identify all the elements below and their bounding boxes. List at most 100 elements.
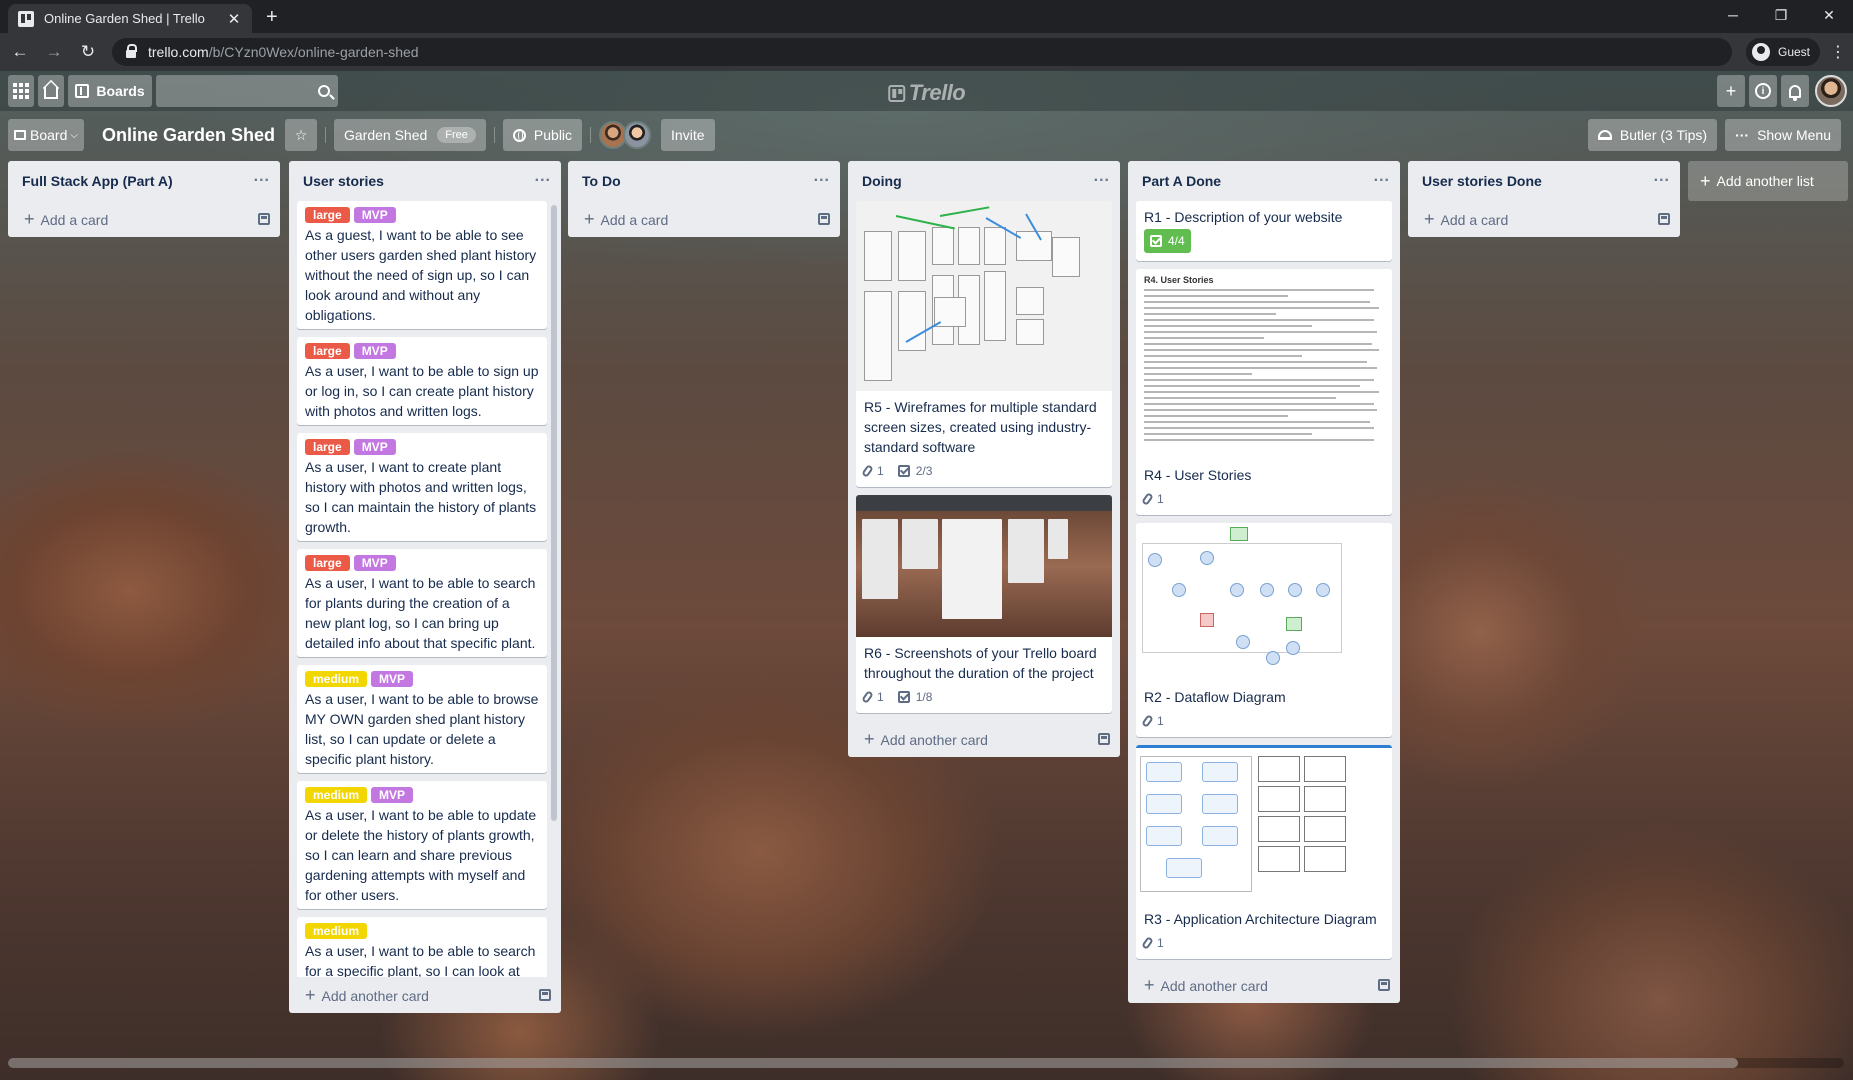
list-header[interactable]: To Do ... [568, 161, 840, 201]
add-card-button[interactable]: + Add a card [8, 201, 280, 237]
trello-logo-text: Trello [908, 80, 966, 105]
member-avatar[interactable] [623, 121, 652, 149]
team-button[interactable]: Garden Shed Free [333, 119, 486, 151]
card-badges: 1 [1141, 709, 1384, 733]
list-scrollbar[interactable] [551, 205, 557, 821]
info-button[interactable]: i [1749, 75, 1777, 107]
attachment-count: 1 [1157, 714, 1164, 728]
label-mvp[interactable]: MVP [353, 343, 396, 359]
label-mvp[interactable]: MVP [371, 671, 414, 687]
label-mvp[interactable]: MVP [371, 787, 414, 803]
star-button[interactable]: ☆ [284, 119, 317, 151]
list-header[interactable]: User stories Done ... [1408, 161, 1680, 201]
label-medium[interactable]: medium [305, 671, 368, 687]
list-menu-icon[interactable]: ... [254, 168, 270, 194]
back-icon[interactable]: ← [6, 42, 34, 62]
visibility-button[interactable]: Public [502, 119, 583, 151]
card[interactable]: medium MVP As a user, I want to be able … [297, 781, 547, 909]
card-cover-image [856, 201, 1112, 391]
add-list-button[interactable]: + Add another list [1688, 161, 1848, 201]
card[interactable]: medium As a user, I want to be able to s… [297, 917, 547, 977]
board-switcher-button[interactable]: Board ⌵ [8, 119, 84, 151]
list-header[interactable]: Doing ... [848, 161, 1120, 201]
list-menu-icon[interactable]: ... [1094, 168, 1110, 194]
apps-button[interactable] [8, 75, 34, 107]
label-large[interactable]: large [305, 343, 350, 359]
search-input[interactable] [156, 75, 338, 107]
card[interactable]: R2 - Dataflow Diagram 1 [1136, 523, 1392, 737]
trello-logo[interactable]: Trello [887, 80, 966, 106]
card-title: As a user, I want to create plant histor… [305, 459, 537, 535]
restore-icon[interactable]: ❐ [1757, 0, 1805, 30]
avatar[interactable] [1815, 75, 1847, 107]
card[interactable]: large MVP As a user, I want to be able t… [297, 337, 547, 425]
reload-icon[interactable]: ↻ [74, 42, 102, 62]
close-window-icon[interactable]: ✕ [1805, 0, 1853, 30]
card-template-icon[interactable] [1098, 733, 1110, 745]
list-menu-icon[interactable]: ... [535, 168, 551, 194]
card-template-icon[interactable] [539, 989, 551, 1001]
card[interactable]: R3 - Application Architecture Diagram 1 [1136, 745, 1392, 959]
add-card-button[interactable]: + Add another card [848, 721, 1120, 757]
list-title[interactable]: User stories [303, 173, 384, 189]
board-scrollbar-thumb[interactable] [8, 1058, 1738, 1068]
list-menu-icon[interactable]: ... [1374, 168, 1390, 194]
list-title[interactable]: User stories Done [1422, 173, 1542, 189]
minimize-icon[interactable]: ─ [1709, 0, 1757, 30]
create-button[interactable]: + [1717, 75, 1745, 107]
card[interactable]: R4. User Stories R4 - User Stories 1 [1136, 269, 1392, 515]
label-large[interactable]: large [305, 207, 350, 223]
card[interactable]: large MVP As a guest, I want to be able … [297, 201, 547, 329]
list-header[interactable]: Part A Done ... [1128, 161, 1400, 201]
url-input[interactable]: trello.com /b/CYzn0Wex/online-garden-she… [112, 38, 1732, 66]
list-title[interactable]: Full Stack App (Part A) [22, 173, 173, 189]
label-large[interactable]: large [305, 439, 350, 455]
label-medium[interactable]: medium [305, 787, 368, 803]
new-tab-icon[interactable]: + [266, 6, 278, 29]
add-card-button[interactable]: + Add a card [1408, 201, 1680, 237]
butler-button[interactable]: Butler (3 Tips) [1587, 119, 1718, 151]
label-mvp[interactable]: MVP [353, 439, 396, 455]
card[interactable]: R1 - Description of your website 4/4 [1136, 201, 1392, 261]
card[interactable]: R6 - Screenshots of your Trello board th… [856, 495, 1112, 713]
invite-button[interactable]: Invite [661, 119, 715, 151]
home-button[interactable] [38, 75, 64, 107]
list-menu-icon[interactable]: ... [814, 168, 830, 194]
label-large[interactable]: large [305, 555, 350, 571]
list-header[interactable]: Full Stack App (Part A) ... [8, 161, 280, 201]
card-labels: large MVP [305, 439, 539, 455]
card-template-icon[interactable] [818, 213, 830, 225]
card[interactable]: medium MVP As a user, I want to be able … [297, 665, 547, 773]
notifications-button[interactable] [1781, 75, 1809, 107]
list-title[interactable]: To Do [582, 173, 621, 189]
board-title[interactable]: Online Garden Shed [102, 125, 275, 146]
card[interactable]: large MVP As a user, I want to be able t… [297, 549, 547, 657]
add-card-button[interactable]: + Add another card [1128, 967, 1400, 1003]
browser-tab[interactable]: Online Garden Shed | Trello ✕ [8, 4, 252, 33]
profile-button[interactable]: Guest [1746, 38, 1821, 66]
list-header[interactable]: User stories ... [289, 161, 561, 201]
label-mvp[interactable]: MVP [353, 555, 396, 571]
list-title[interactable]: Part A Done [1142, 173, 1221, 189]
label-mvp[interactable]: MVP [353, 207, 396, 223]
card-template-icon[interactable] [1658, 213, 1670, 225]
add-card-button[interactable]: + Add a card [568, 201, 840, 237]
list-menu-icon[interactable]: ... [1654, 168, 1670, 194]
show-menu-button[interactable]: ··· Show Menu [1725, 119, 1841, 151]
label-medium[interactable]: medium [305, 923, 368, 939]
invite-label: Invite [671, 127, 705, 143]
card[interactable]: R5 - Wireframes for multiple standard sc… [856, 201, 1112, 487]
list-title[interactable]: Doing [862, 173, 902, 189]
boards-button[interactable]: Boards [68, 75, 152, 107]
card-template-icon[interactable] [1378, 979, 1390, 991]
list: Part A Done ... R1 - Description of your… [1128, 161, 1400, 1003]
add-card-button[interactable]: + Add another card [289, 977, 561, 1013]
search-icon[interactable] [318, 85, 330, 97]
forward-icon[interactable]: → [40, 42, 68, 62]
card[interactable]: large MVP As a user, I want to create pl… [297, 433, 547, 541]
card-template-icon[interactable] [258, 213, 270, 225]
url-host: trello.com [148, 44, 209, 60]
close-tab-icon[interactable]: ✕ [226, 10, 242, 28]
browser-menu-icon[interactable]: ⋮ [1830, 42, 1846, 62]
add-card-label: Add a card [40, 211, 109, 228]
